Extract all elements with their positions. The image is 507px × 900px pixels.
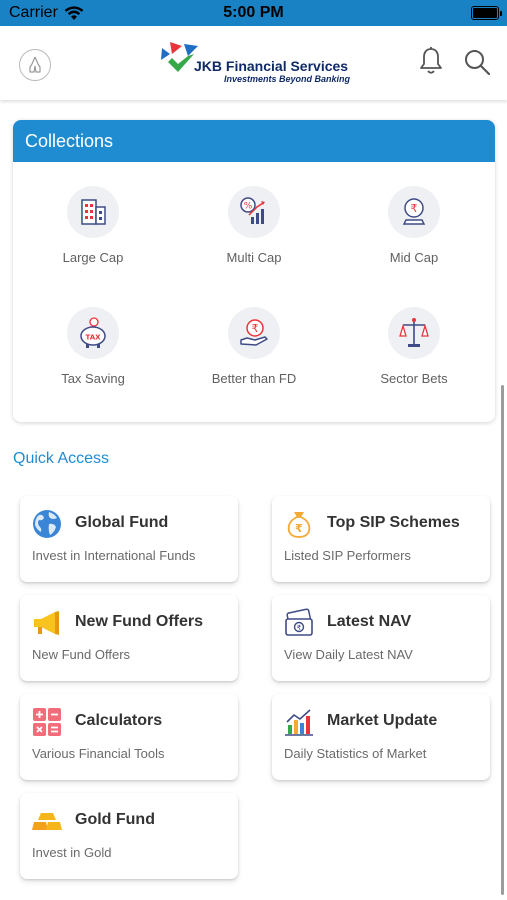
card-subtitle: Various Financial Tools [32, 746, 165, 761]
svg-text:₹: ₹ [252, 322, 259, 335]
battery-icon [471, 6, 502, 20]
money-bag-icon: ₹ [287, 512, 311, 538]
card-title: New Fund Offers [75, 613, 204, 630]
collection-mid-cap[interactable]: ₹ Mid Cap [334, 186, 494, 265]
tax-piggy-bank-icon: TAX [80, 317, 106, 348]
globe-icon [33, 510, 61, 538]
collection-label: Better than FD [211, 371, 297, 386]
card-calculators[interactable]: Calculators Various Financial Tools [20, 694, 238, 780]
card-global-fund[interactable]: Global Fund Invest in International Fund… [20, 496, 238, 582]
card-market-update[interactable]: Market Update Daily Statistics of Market [272, 694, 490, 780]
namaste-button[interactable] [19, 49, 51, 81]
collection-better-than-fd[interactable]: ₹ Better than FD [174, 307, 334, 386]
collection-sector-bets[interactable]: Sector Bets [334, 307, 494, 386]
collection-multi-cap[interactable]: % Multi Cap [174, 186, 334, 265]
card-subtitle: View Daily Latest NAV [284, 647, 413, 662]
logo-title: JKB Financial Services [194, 58, 349, 74]
app-screen: Carrier 5:00 PM JKB Financial Services I… [0, 0, 507, 900]
collection-label: Large Cap [62, 250, 124, 265]
card-new-fund-offers[interactable]: New Fund Offers New Fund Offers [20, 595, 238, 681]
calculator-icon [33, 708, 61, 736]
percent-growth-icon: % [240, 197, 265, 224]
megaphone-icon [34, 611, 59, 635]
gold-bars-icon [32, 813, 62, 830]
collections-title: Collections [13, 120, 495, 162]
card-subtitle: Invest in International Funds [32, 548, 196, 563]
scrollbar[interactable] [501, 385, 504, 895]
svg-text:%: % [244, 202, 253, 212]
card-top-sip-schemes[interactable]: ₹ Top SIP Schemes Listed SIP Performers [272, 496, 490, 582]
svg-text:₹: ₹ [411, 202, 418, 215]
card-subtitle: Invest in Gold [32, 845, 112, 860]
card-gold-fund[interactable]: Gold Fund Invest in Gold [20, 793, 238, 879]
bell-icon[interactable] [418, 46, 444, 76]
status-bar: Carrier 5:00 PM [0, 0, 507, 26]
quick-access-title: Quick Access [13, 450, 110, 467]
banknote-icon: ₹ [285, 608, 313, 636]
collection-label: Mid Cap [389, 250, 439, 265]
rupee-coin-stand-icon: ₹ [402, 198, 426, 225]
card-subtitle: New Fund Offers [32, 647, 131, 662]
card-title: Latest NAV [327, 613, 412, 630]
card-title: Market Update [327, 712, 438, 729]
svg-text:₹: ₹ [297, 624, 302, 632]
card-title: Global Fund [75, 514, 169, 531]
collection-label: Multi Cap [226, 250, 282, 265]
app-header: JKB Financial Services Investments Beyon… [0, 26, 507, 100]
market-chart-icon [285, 709, 313, 736]
card-title: Calculators [75, 712, 163, 729]
card-latest-nav[interactable]: ₹ Latest NAV View Daily Latest NAV [272, 595, 490, 681]
brand-logo: JKB Financial Services Investments Beyon… [158, 40, 353, 86]
balance-scale-icon [399, 318, 429, 347]
namaste-hands-icon [29, 56, 41, 73]
status-time: 5:00 PM [223, 4, 284, 21]
collections-panel: Collections Large Cap % Multi Cap ₹ Mid … [13, 120, 495, 422]
card-title: Gold Fund [75, 811, 155, 828]
rupee-hand-icon: ₹ [240, 319, 268, 346]
collection-large-cap[interactable]: Large Cap [13, 186, 173, 265]
svg-text:₹: ₹ [295, 522, 303, 535]
card-title: Top SIP Schemes [327, 514, 460, 531]
card-subtitle: Listed SIP Performers [284, 548, 411, 563]
search-icon[interactable] [463, 48, 491, 76]
building-icon [81, 199, 106, 225]
collection-label: Tax Saving [61, 371, 125, 386]
card-subtitle: Daily Statistics of Market [284, 746, 427, 761]
logo-subtitle: Investments Beyond Banking [224, 74, 351, 84]
collection-label: Sector Bets [380, 371, 448, 386]
collection-tax-saving[interactable]: TAX Tax Saving [13, 307, 173, 386]
svg-text:TAX: TAX [85, 334, 101, 342]
